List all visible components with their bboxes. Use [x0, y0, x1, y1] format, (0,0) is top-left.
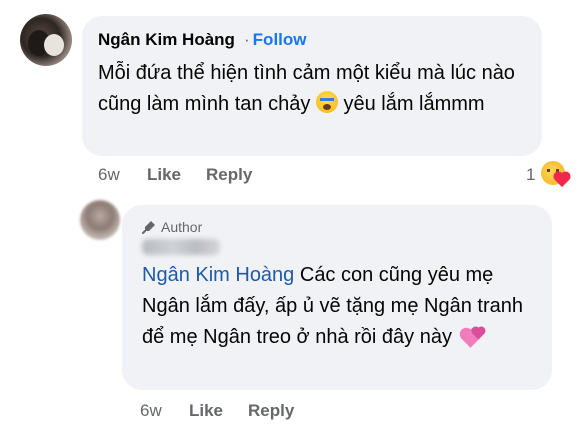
commenter-avatar[interactable]: [20, 14, 72, 66]
reply-bubble: Author Ngân Kim Hoàng Các con cũng yêu m…: [122, 205, 552, 390]
microphone-icon: [142, 221, 155, 234]
reply-button[interactable]: Reply: [206, 165, 252, 185]
reaction-count[interactable]: 1: [526, 165, 535, 185]
comment-timestamp[interactable]: 6w: [98, 165, 120, 185]
author-badge-label: Author: [161, 219, 203, 235]
reply-like-button[interactable]: Like: [189, 401, 223, 421]
care-reaction-icon[interactable]: [541, 161, 570, 188]
reply-author-avatar[interactable]: [80, 200, 120, 240]
follow-label[interactable]: Follow: [253, 30, 307, 49]
crying-face-icon: [315, 91, 338, 113]
follow-link[interactable]: · Follow: [244, 30, 307, 50]
author-badge: Author: [142, 219, 202, 235]
like-button[interactable]: Like: [147, 165, 181, 185]
reply-reply-button[interactable]: Reply: [248, 401, 294, 421]
avatar-photo-part: [44, 34, 64, 56]
reply-timestamp[interactable]: 6w: [140, 401, 162, 421]
reaction-heart: [554, 172, 570, 188]
mention-link[interactable]: Ngân Kim Hoàng: [142, 264, 294, 286]
reply-text: Ngân Kim Hoàng Các con cũng yêu mẹ Ngân …: [142, 260, 542, 353]
comment-text-part2: yêu lắm lắmmm: [337, 93, 485, 115]
follow-separator: ·: [244, 30, 250, 49]
comment-bubble: Ngân Kim Hoàng · Follow Mỗi đứa thể hiện …: [82, 16, 542, 156]
comment-author-name[interactable]: Ngân Kim Hoàng: [98, 30, 235, 50]
two-hearts-icon: [458, 326, 485, 348]
comment-text: Mỗi đứa thể hiện tình cảm một kiểu mà lú…: [98, 58, 528, 120]
reply-author-name-blurred[interactable]: [142, 239, 220, 255]
